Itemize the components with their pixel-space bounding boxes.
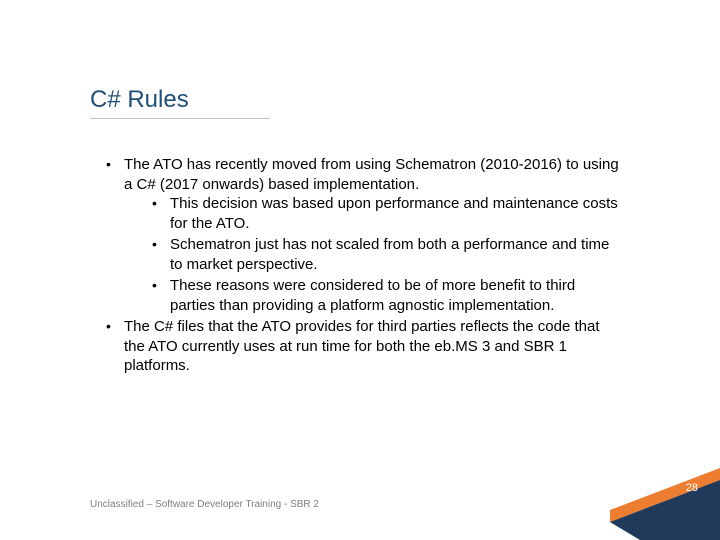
bullet-text: The C# files that the ATO provides for t… bbox=[124, 318, 600, 374]
footer-text: Unclassified – Software Developer Traini… bbox=[90, 499, 319, 510]
title-block: C# Rules bbox=[90, 86, 270, 119]
title-underline bbox=[90, 118, 270, 119]
bullet-item: The ATO has recently moved from using Sc… bbox=[100, 155, 620, 315]
slide-body: The ATO has recently moved from using Sc… bbox=[100, 155, 620, 378]
corner-graphic bbox=[610, 450, 720, 540]
slide: C# Rules The ATO has recently moved from… bbox=[0, 0, 720, 540]
bullet-text: These reasons were considered to be of m… bbox=[170, 277, 575, 314]
bullet-text: This decision was based upon performance… bbox=[170, 195, 618, 232]
sub-bullet-item: Schematron just has not scaled from both… bbox=[146, 235, 620, 274]
bullet-item: The C# files that the ATO provides for t… bbox=[100, 317, 620, 376]
slide-title: C# Rules bbox=[90, 86, 270, 114]
bullet-text: Schematron just has not scaled from both… bbox=[170, 236, 609, 273]
navy-triangle bbox=[610, 480, 720, 540]
orange-stripe bbox=[610, 468, 720, 522]
bullet-text: The ATO has recently moved from using Sc… bbox=[124, 156, 619, 193]
sub-bullet-item: These reasons were considered to be of m… bbox=[146, 276, 620, 315]
sub-bullet-item: This decision was based upon performance… bbox=[146, 194, 620, 233]
page-number: 28 bbox=[686, 482, 698, 494]
